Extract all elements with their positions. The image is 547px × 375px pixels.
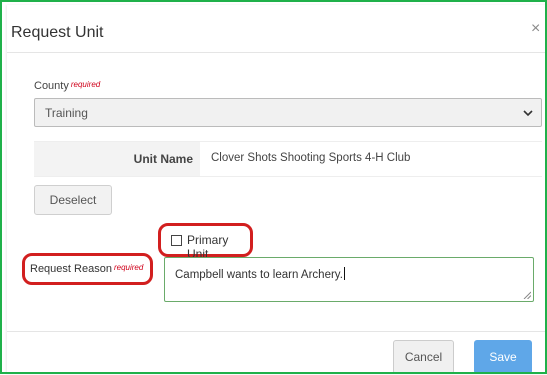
close-icon[interactable]: × [531, 21, 540, 37]
unit-name-label: Unit Name [133, 152, 193, 166]
modal-title: Request Unit [11, 24, 104, 41]
unit-name-label-cell: Unit Name [34, 142, 200, 176]
cancel-button[interactable]: Cancel [393, 340, 454, 374]
primary-unit-highlight: Primary Unit [158, 223, 253, 261]
request-reason-label: Request Reason required [30, 263, 143, 275]
chevron-down-icon [523, 110, 533, 117]
unit-name-row: Unit Name Clover Shots Shooting Sports 4… [34, 141, 542, 177]
request-reason-textarea[interactable]: Campbell wants to learn Archery. [164, 257, 534, 302]
unit-name-value: Clover Shots Shooting Sports 4-H Club [211, 152, 411, 164]
modal-header: Request Unit × [7, 5, 547, 53]
modal-footer [7, 331, 547, 375]
county-selected-value: Training [45, 106, 88, 120]
county-select[interactable]: Training [34, 98, 542, 127]
request-unit-modal: Request Unit × County required Training U… [7, 5, 547, 374]
request-reason-value: Campbell wants to learn Archery. [175, 269, 343, 281]
county-label: County required [34, 80, 100, 92]
resize-grip-icon[interactable] [523, 291, 531, 299]
county-label-text: County [34, 80, 69, 92]
primary-unit-checkbox[interactable] [171, 235, 182, 246]
deselect-button[interactable]: Deselect [34, 185, 112, 215]
text-cursor [343, 267, 345, 280]
request-reason-highlight: Request Reason required [22, 253, 153, 285]
save-button[interactable]: Save [474, 340, 532, 374]
request-reason-text: Campbell wants to learn Archery. [175, 267, 345, 281]
request-reason-required-marker: required [113, 263, 144, 272]
request-reason-label-text: Request Reason [30, 263, 112, 275]
county-required-marker: required [70, 80, 101, 89]
